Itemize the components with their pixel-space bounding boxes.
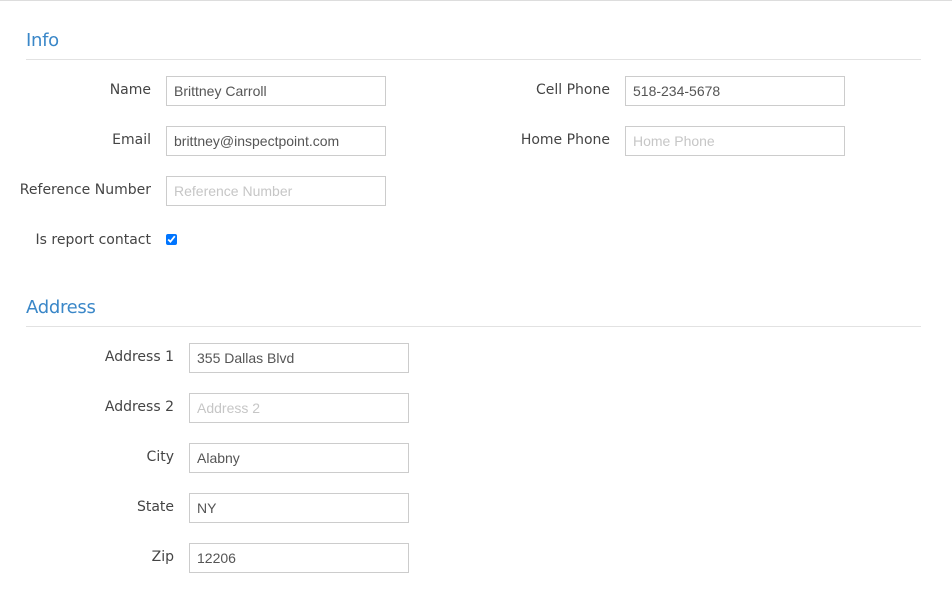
address1-input[interactable] (189, 343, 409, 373)
info-divider (26, 59, 921, 60)
report-contact-checkbox[interactable] (166, 234, 177, 245)
zip-label: Zip (151, 549, 174, 565)
email-label: Email (112, 132, 151, 148)
address-divider (26, 326, 921, 327)
home-phone-label: Home Phone (520, 132, 610, 148)
address2-input[interactable] (189, 393, 409, 423)
name-input[interactable] (166, 76, 386, 106)
zip-input[interactable] (189, 543, 409, 573)
home-phone-input[interactable] (625, 126, 845, 156)
address2-label: Address 2 (104, 399, 174, 415)
cell-phone-label: Cell Phone (536, 82, 610, 98)
report-contact-label: Is report contact (35, 232, 151, 248)
top-divider (0, 0, 952, 1)
cell-phone-input[interactable] (625, 76, 845, 106)
reference-number-label: Reference Number (19, 182, 151, 198)
info-heading: Info (26, 30, 59, 51)
address1-label: Address 1 (104, 349, 174, 365)
state-label: State (136, 499, 174, 515)
address-heading: Address (26, 297, 96, 318)
name-label: Name (109, 82, 151, 98)
state-input[interactable] (189, 493, 409, 523)
reference-number-input[interactable] (166, 176, 386, 206)
email-input[interactable] (166, 126, 386, 156)
city-label: City (146, 449, 174, 465)
city-input[interactable] (189, 443, 409, 473)
